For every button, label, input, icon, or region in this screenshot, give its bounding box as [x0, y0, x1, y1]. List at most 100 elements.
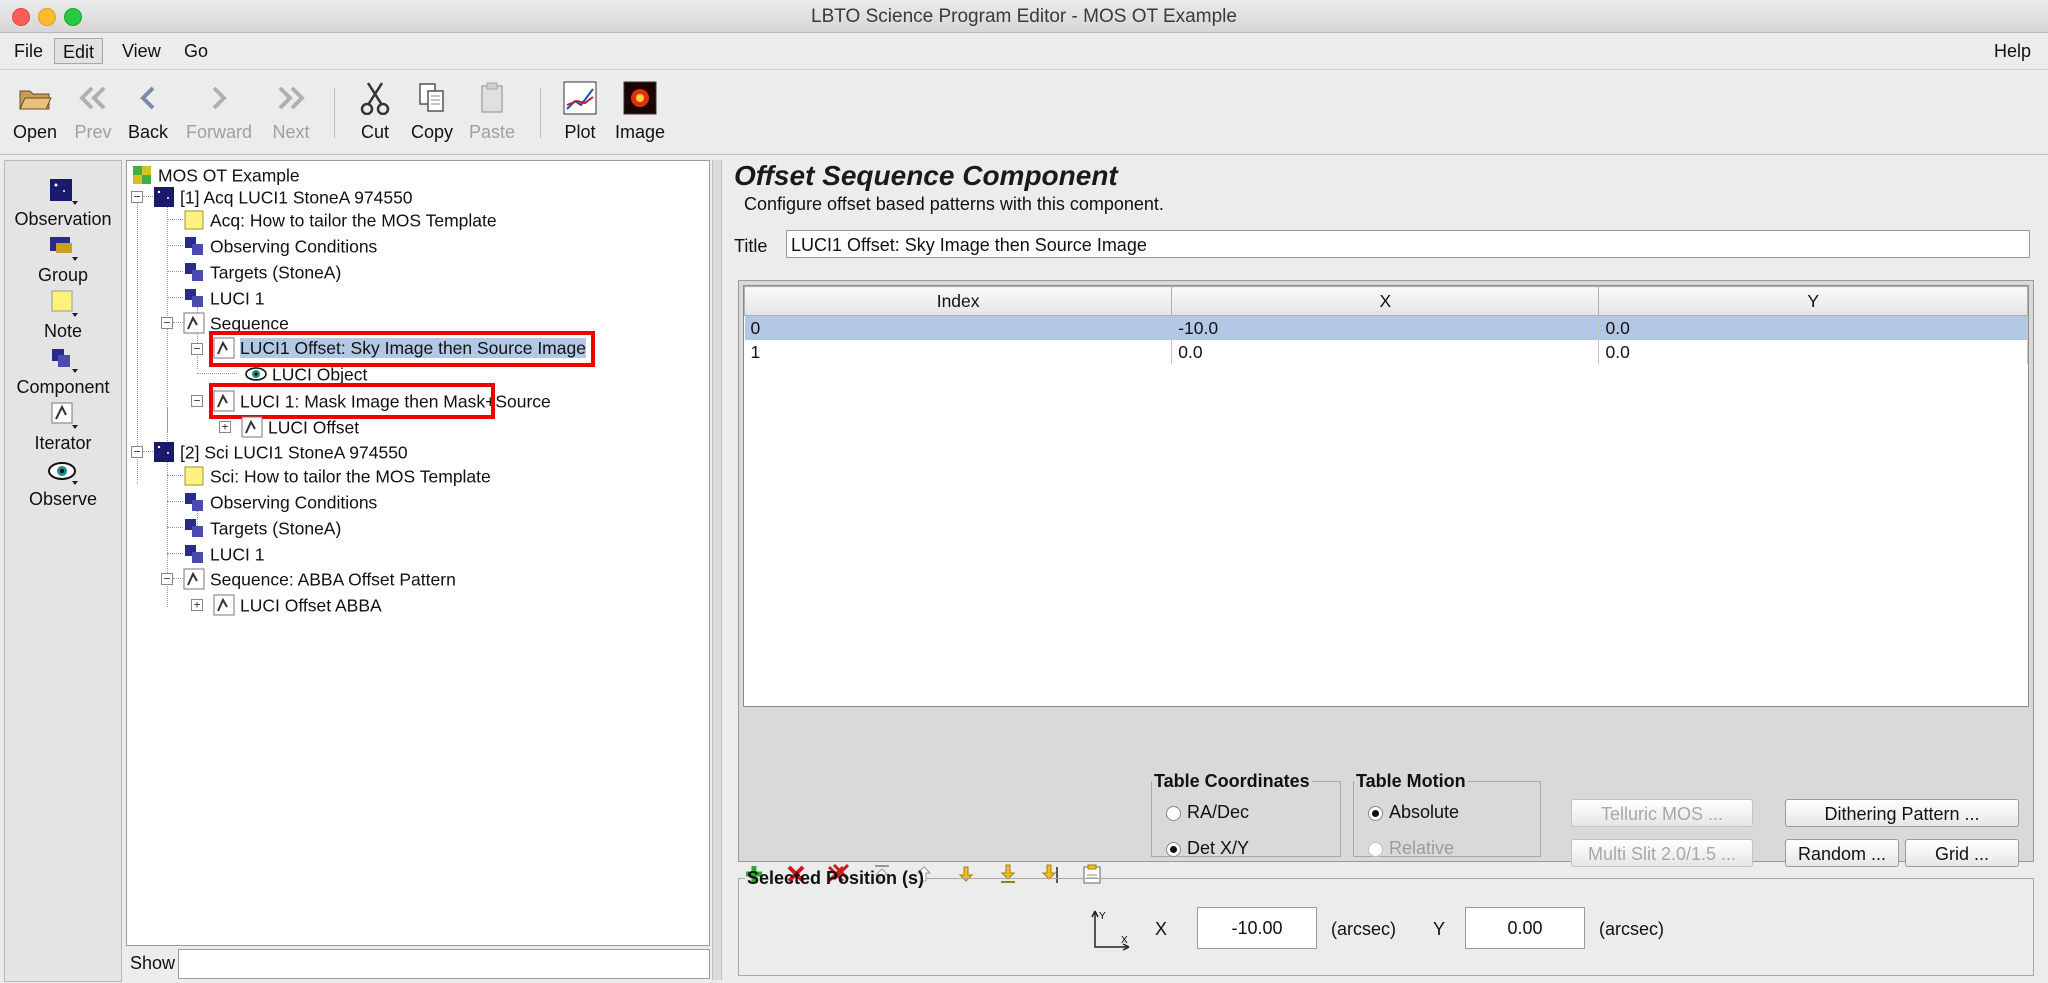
- tree-node-offset-abba[interactable]: LUCI Offset ABBA: [213, 592, 382, 616]
- radio-relative[interactable]: Relative: [1368, 838, 1454, 859]
- tree-toggle-collapse[interactable]: −: [191, 343, 203, 355]
- tree-node-note[interactable]: Acq: How to tailor the MOS Template: [183, 207, 497, 231]
- tree-node-instrument[interactable]: LUCI 1: [183, 541, 264, 565]
- tree-node-offset[interactable]: LUCI Offset: [241, 414, 359, 438]
- column-header-index[interactable]: Index: [743, 286, 1173, 316]
- offset-table[interactable]: Index X Y 0 -10.0 0.0 1 0.0 0.0: [743, 285, 2029, 707]
- iterator-icon: [183, 312, 205, 334]
- menu-file[interactable]: File: [6, 38, 51, 64]
- column-header-y[interactable]: Y: [1598, 286, 2028, 316]
- component-icon: [185, 545, 203, 564]
- show-input[interactable]: [178, 949, 710, 979]
- tree-connector: [167, 219, 183, 220]
- palette-note[interactable]: Note: [5, 287, 121, 342]
- tree-node-note[interactable]: Sci: How to tailor the MOS Template: [183, 463, 491, 487]
- palette-component[interactable]: Component: [5, 343, 121, 398]
- palette-observe[interactable]: Observe: [5, 455, 121, 510]
- palette-iterator[interactable]: Iterator: [5, 399, 121, 454]
- table-cell[interactable]: 0: [744, 315, 1173, 340]
- tree-node-label: Acq: How to tailor the MOS Template: [210, 210, 497, 231]
- y-offset-input[interactable]: 0.00: [1465, 907, 1585, 949]
- selected-position-legend: Selected Position (s): [747, 868, 925, 888]
- back-button[interactable]: Back: [113, 80, 183, 143]
- tree-connector: [167, 553, 183, 554]
- tree-node-conditions[interactable]: Observing Conditions: [183, 233, 377, 257]
- palette-group[interactable]: Group: [5, 231, 121, 286]
- forward-button[interactable]: Forward: [183, 80, 255, 143]
- tree-toggle-collapse[interactable]: −: [191, 395, 203, 407]
- toolbar-separator: [540, 88, 541, 138]
- radio-button[interactable]: [1368, 841, 1383, 857]
- tree-node-obs1[interactable]: [1] Acq LUCI1 StoneA 974550: [153, 184, 413, 208]
- palette-observe-label: Observe: [28, 489, 98, 509]
- tree-connector: [167, 271, 183, 272]
- table-cell[interactable]: -10.0: [1171, 315, 1600, 340]
- column-header-x[interactable]: X: [1171, 286, 1600, 316]
- menu-help[interactable]: Help: [1986, 38, 2039, 64]
- chevron-right-icon: [183, 80, 255, 116]
- menu-edit[interactable]: Edit: [54, 38, 104, 64]
- tree-toggle-collapse[interactable]: −: [131, 191, 143, 203]
- tree-toggle-collapse[interactable]: −: [161, 317, 173, 329]
- toolbar: Open Prev Back Forward Next Cut Copy Pas…: [0, 70, 2048, 155]
- split-pane-divider[interactable]: [712, 160, 722, 980]
- dithering-pattern-button[interactable]: Dithering Pattern ...: [1785, 799, 2019, 827]
- next-label: Next: [272, 122, 310, 142]
- component-icon: [5, 343, 121, 377]
- menu-view[interactable]: View: [114, 38, 169, 64]
- editor-heading: Offset Sequence Component: [734, 160, 1118, 191]
- x-unit: (arcsec): [1331, 919, 1397, 939]
- window-titlebar: LBTO Science Program Editor - MOS OT Exa…: [0, 0, 2048, 33]
- title-input[interactable]: LUCI1 Offset: Sky Image then Source Imag…: [786, 230, 2030, 258]
- table-row[interactable]: 0 -10.0 0.0: [744, 315, 2028, 340]
- menu-go[interactable]: Go: [176, 38, 216, 64]
- tree-node-targets[interactable]: Targets (StoneA): [183, 259, 341, 283]
- table-cell[interactable]: 1: [744, 340, 1173, 364]
- table-row[interactable]: 1 0.0 0.0: [744, 340, 2028, 364]
- multi-slit-button[interactable]: Multi Slit 2.0/1.5 ...: [1571, 839, 1753, 867]
- grid-button[interactable]: Grid ...: [1905, 839, 2019, 867]
- radio-button[interactable]: [1166, 841, 1181, 857]
- component-palette: Observation Group Note Component Iterato…: [4, 160, 122, 982]
- next-button[interactable]: Next: [256, 80, 326, 143]
- radio-radec[interactable]: RA/Dec: [1166, 802, 1249, 823]
- tree-node-label: Sequence: ABBA Offset Pattern: [210, 569, 456, 590]
- tree-node-label: LUCI 1: [210, 544, 265, 565]
- palette-observation[interactable]: Observation: [5, 175, 121, 230]
- telluric-mos-button[interactable]: Telluric MOS ...: [1571, 799, 1753, 827]
- tree-connector: [173, 578, 183, 579]
- tree-toggle-collapse[interactable]: −: [161, 573, 173, 585]
- tree-toggle-expand[interactable]: +: [191, 599, 203, 611]
- tree-node-label: Observing Conditions: [210, 236, 378, 257]
- table-cell[interactable]: 0.0: [1598, 340, 2028, 364]
- tree-node-label: Targets (StoneA): [210, 262, 342, 283]
- tree-node-label: MOS OT Example: [158, 165, 300, 186]
- tree-node-sequence[interactable]: Sequence: ABBA Offset Pattern: [183, 566, 456, 590]
- tree-connector: [167, 501, 183, 502]
- x-offset-input[interactable]: -10.00: [1197, 907, 1317, 949]
- component-icon: [185, 289, 203, 308]
- table-cell[interactable]: 0.0: [1171, 340, 1600, 364]
- palette-component-label: Component: [16, 377, 110, 397]
- tree-node-observe[interactable]: LUCI Object: [245, 361, 367, 385]
- tree-toggle-expand[interactable]: +: [219, 421, 231, 433]
- show-label: Show: [130, 953, 176, 973]
- tree-node-obs2[interactable]: [2] Sci LUCI1 StoneA 974550: [153, 439, 408, 463]
- image-button[interactable]: Image: [605, 80, 675, 143]
- tree-node-label: Observing Conditions: [210, 492, 378, 513]
- radio-detxy[interactable]: Det X/Y: [1166, 838, 1249, 859]
- tree-node-conditions[interactable]: Observing Conditions: [183, 489, 377, 513]
- tree-node-targets[interactable]: Targets (StoneA): [183, 515, 341, 539]
- tree-node-instrument[interactable]: LUCI 1: [183, 285, 264, 309]
- tree-node-root[interactable]: MOS OT Example: [131, 162, 300, 186]
- eye-icon: [5, 455, 121, 489]
- double-chevron-right-icon: [256, 80, 326, 116]
- program-tree[interactable]: MOS OT Example − [1] Acq LUCI1 StoneA 97…: [126, 160, 710, 946]
- tree-toggle-collapse[interactable]: −: [131, 446, 143, 458]
- radio-button[interactable]: [1368, 805, 1383, 821]
- paste-button[interactable]: Paste: [457, 80, 527, 143]
- radio-button[interactable]: [1166, 805, 1181, 821]
- table-cell[interactable]: 0.0: [1598, 315, 2028, 340]
- random-button[interactable]: Random ...: [1785, 839, 1899, 867]
- radio-absolute[interactable]: Absolute: [1368, 802, 1459, 823]
